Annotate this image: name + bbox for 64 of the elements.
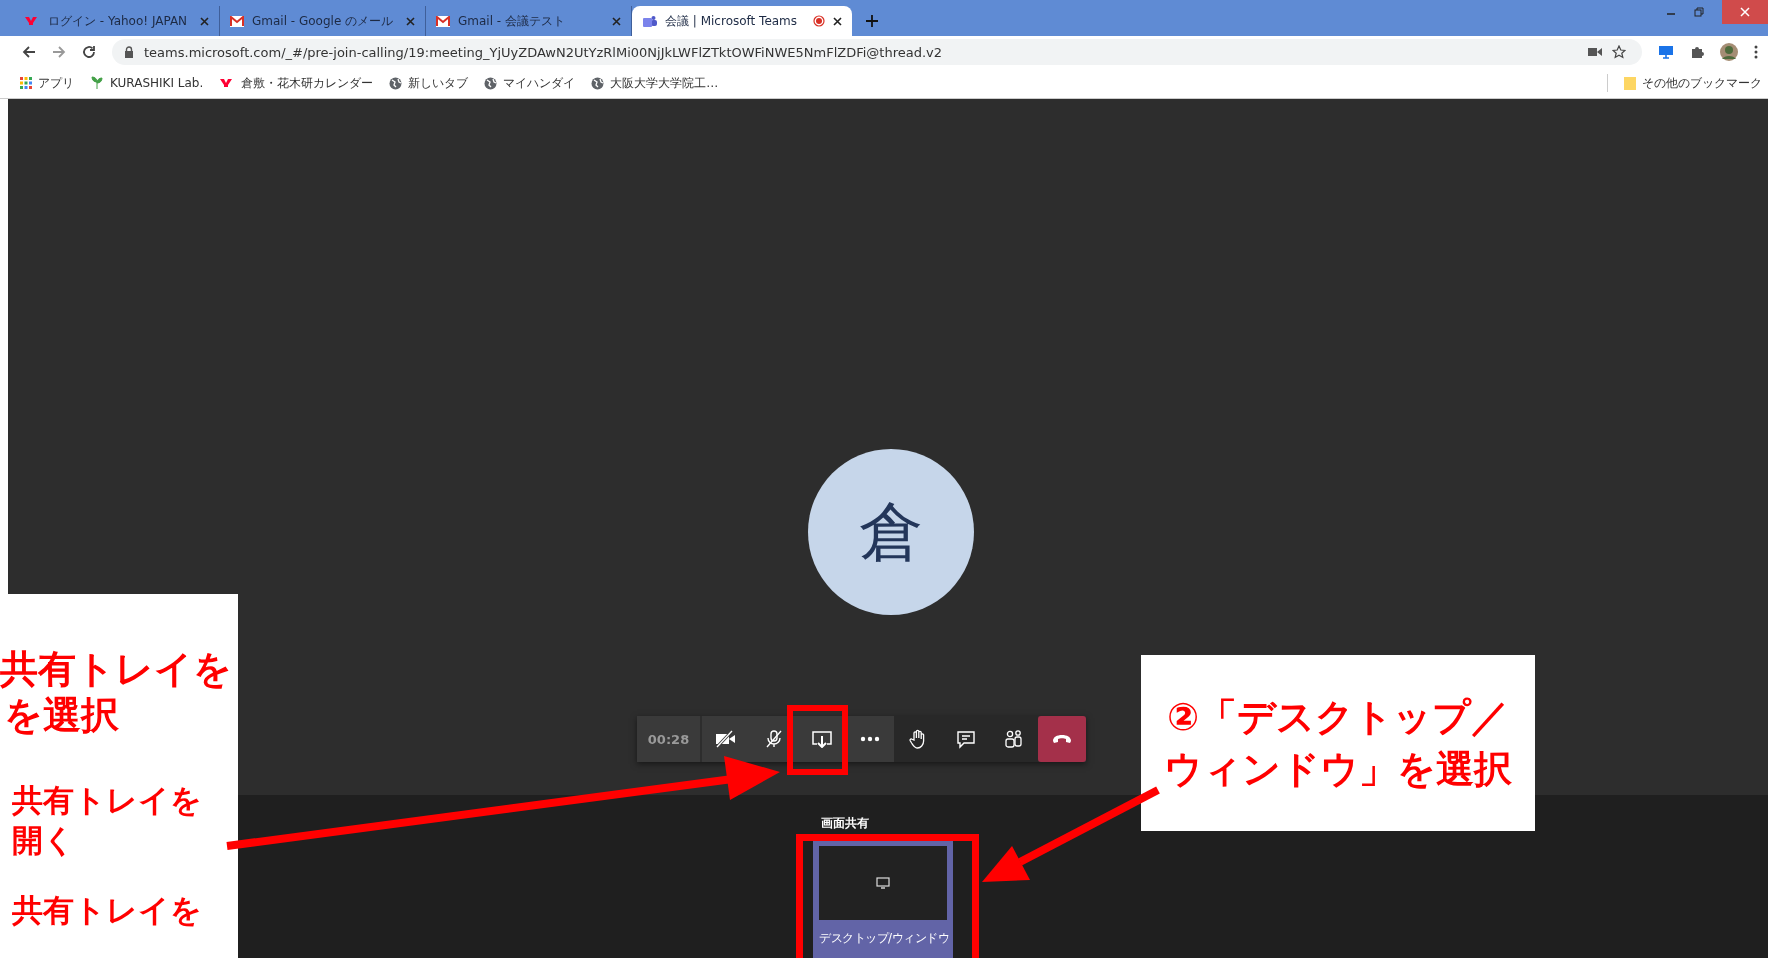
star-icon[interactable]: [1612, 45, 1626, 59]
globe-icon: [484, 76, 498, 90]
apps-grid-icon: [20, 77, 32, 89]
monitor-icon[interactable]: [1658, 45, 1674, 59]
bookmark[interactable]: マイハンダイ: [484, 74, 576, 92]
globe-icon: [389, 76, 403, 90]
bookmark[interactable]: KURASHIKI Lab.: [90, 76, 204, 90]
mic-off-icon: [764, 729, 784, 749]
teams-icon: [642, 14, 657, 28]
annotation-text: ②「デスクトップ／: [1166, 694, 1510, 741]
close-icon: [1740, 7, 1750, 17]
camera-icon[interactable]: [1588, 47, 1602, 57]
annotation-text: 共有トレイを開く: [11, 781, 203, 860]
more-button[interactable]: [846, 716, 894, 762]
annotation-text: ウィンドウ」を選択: [1164, 746, 1512, 793]
highlight-frame: [787, 705, 848, 775]
avatar-icon[interactable]: [1720, 43, 1738, 61]
hand-icon: [909, 729, 927, 749]
annotation-text: 共有トレイを: [0, 646, 233, 692]
puzzle-icon[interactable]: [1690, 45, 1704, 59]
forward-icon[interactable]: [52, 45, 66, 59]
bookmark[interactable]: 倉敷・花木研カレンダー: [219, 74, 374, 92]
bookmark[interactable]: 新しいタブ: [389, 74, 469, 92]
restore-icon[interactable]: [1694, 7, 1704, 17]
globe-icon: [591, 76, 605, 90]
avatar-circle: 倉: [808, 449, 974, 615]
monitor-icon: [876, 877, 890, 889]
close-icon[interactable]: [833, 16, 842, 26]
browser-tab[interactable]: Gmail - Google のメール: [220, 6, 426, 36]
browser-tab[interactable]: ログイン - Yahoo! JAPAN: [14, 6, 220, 36]
people-icon: [1004, 729, 1024, 749]
phone-icon: [1052, 734, 1072, 744]
more-icon: [860, 736, 880, 742]
address-bar[interactable]: teams.microsoft.com/_#/pre-join-calling/19:meeting_YjUyZDAwN2UtYzRlMi00NjJkLWFlZTktOWFiNWE5NmFlZDFi@thread.v2: [112, 39, 1642, 65]
annotation-text: を選択: [3, 692, 120, 738]
annotation-text: 共有トレイを: [11, 891, 203, 930]
call-timer: 00:28: [637, 716, 702, 762]
share-option-tile[interactable]: デスクトップ/ウィンドウ: [813, 840, 953, 958]
share-tray-icon: [811, 730, 833, 748]
browser-tab[interactable]: Gmail - 会議テスト: [426, 6, 632, 36]
bookmark[interactable]: 大阪大学大学院工…: [591, 74, 719, 92]
folder-icon: [1624, 76, 1636, 90]
plant-icon: [90, 76, 104, 90]
tab-title: ログイン - Yahoo! JAPAN: [48, 12, 189, 30]
yahoo-icon: [24, 16, 40, 26]
hangup-button[interactable]: [1038, 716, 1086, 762]
share-option-label: デスクトップ/ウィンドウ: [819, 930, 947, 947]
bookmark[interactable]: アプリ: [20, 74, 74, 92]
other-bookmarks[interactable]: その他のブックマーク: [1624, 74, 1762, 92]
browser-tab[interactable]: 会議 | Microsoft Teams: [632, 6, 852, 36]
tray-title: 画面共有: [821, 815, 870, 832]
reload-icon[interactable]: [82, 45, 96, 59]
mail-icon: [230, 15, 244, 27]
mail-icon: [436, 15, 450, 27]
new-tab-icon[interactable]: [866, 15, 878, 27]
tab-title: Gmail - 会議テスト: [458, 12, 566, 30]
menu-icon[interactable]: [1754, 45, 1758, 59]
lock-icon: [124, 46, 134, 58]
camera-button[interactable]: [702, 716, 750, 762]
back-icon[interactable]: [22, 45, 36, 59]
tab-title: 会議 | Microsoft Teams: [665, 12, 799, 30]
camera-off-icon: [715, 730, 737, 748]
tab-title: Gmail - Google のメール: [252, 12, 395, 30]
chat-icon: [956, 729, 976, 749]
